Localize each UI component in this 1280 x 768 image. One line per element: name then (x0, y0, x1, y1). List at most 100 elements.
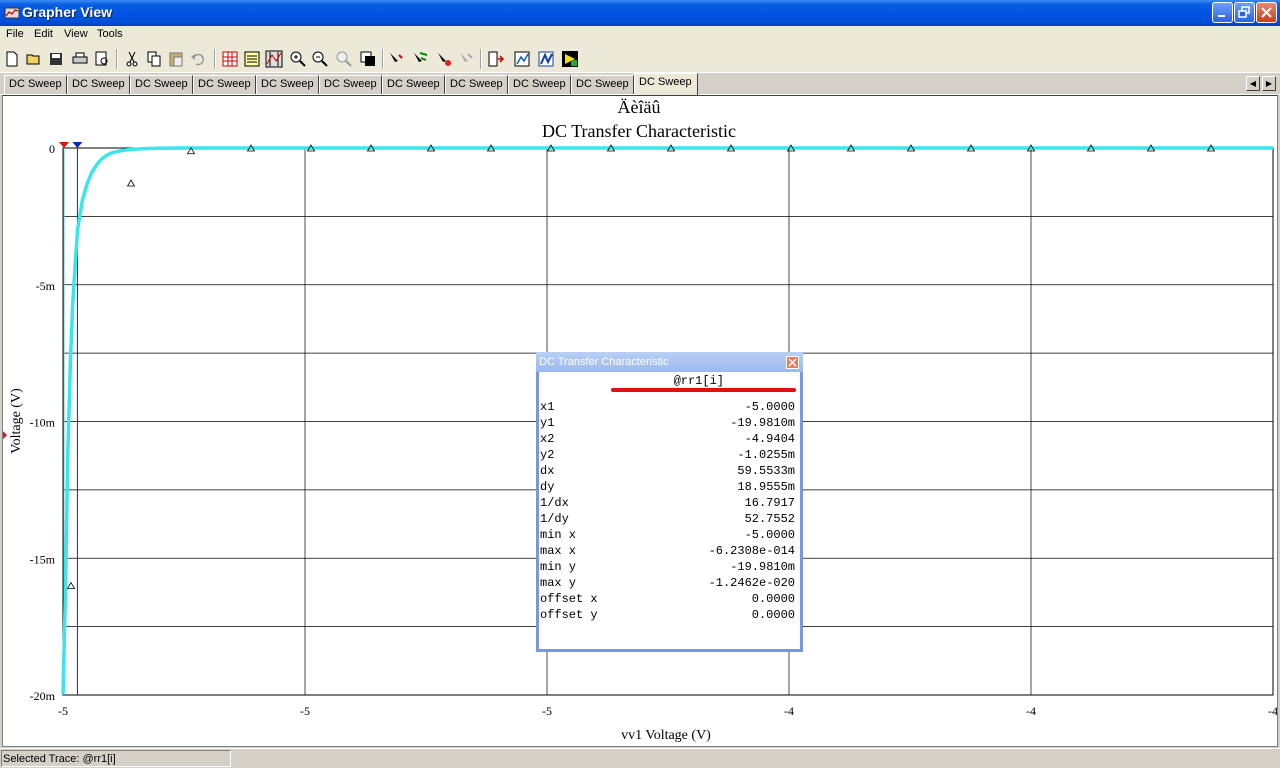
print-preview-icon[interactable] (92, 49, 112, 69)
tab-dc-sweep-4[interactable]: DC Sweep (193, 75, 256, 94)
export-icon[interactable] (456, 49, 476, 69)
tab-scroll-left-icon[interactable]: ◀ (1246, 76, 1260, 91)
chart-export-icon[interactable] (536, 49, 556, 69)
row-label: x1 (540, 400, 555, 414)
tab-dc-sweep-7[interactable]: DC Sweep (382, 75, 445, 94)
y-tick-label: -20m (30, 689, 56, 703)
overlay-traces-icon[interactable] (410, 49, 430, 69)
plot-title-line1: Äèîäû (618, 97, 661, 117)
zoom-out-icon[interactable] (310, 49, 330, 69)
row-value: 0.0000 (751, 608, 795, 622)
row-value: 59.5533m (737, 464, 795, 478)
row-label: offset x (540, 592, 598, 606)
data-export-icon[interactable] (486, 49, 506, 69)
grid-icon[interactable] (220, 49, 240, 69)
row-label: min y (540, 560, 577, 574)
copy-icon[interactable] (144, 49, 164, 69)
cursor-window-trace-name: @rr1[i] (673, 374, 724, 388)
trace-color-underline (611, 388, 796, 392)
new-icon[interactable] (2, 49, 22, 69)
table-row: y1 -19.9810m (540, 415, 795, 431)
x-tick-label: -4 (1268, 704, 1277, 718)
tab-dc-sweep-10[interactable]: DC Sweep (571, 75, 634, 94)
row-label: max y (540, 576, 577, 590)
toolbar-separator (480, 49, 482, 69)
y-tick-label: -10m (30, 416, 56, 430)
row-label: min x (540, 528, 577, 542)
tab-dc-sweep-1[interactable]: DC Sweep (4, 75, 67, 94)
restore-button[interactable] (1234, 2, 1255, 23)
tab-dc-sweep-2[interactable]: DC Sweep (67, 75, 130, 94)
table-row: offset y 0.0000 (540, 607, 795, 623)
row-value: -1.0255m (737, 448, 795, 462)
table-row: min x -5.0000 (540, 527, 795, 543)
table-row: max y -1.2462e-020 (540, 575, 795, 591)
tab-dc-sweep-active[interactable]: DC Sweep (634, 73, 698, 95)
zoom-in-icon[interactable] (288, 49, 308, 69)
close-button[interactable] (1256, 2, 1277, 23)
data-marker-icon (126, 179, 136, 187)
open-icon[interactable] (24, 49, 44, 69)
legend-icon[interactable] (242, 49, 262, 69)
menu-file[interactable]: File (6, 28, 24, 40)
zoom-area-icon[interactable] (334, 49, 354, 69)
cursors-icon[interactable] (264, 49, 284, 69)
row-value: -6.2308e-014 (708, 544, 795, 558)
menu-tools[interactable]: Tools (97, 28, 123, 40)
row-label: max x (540, 544, 577, 558)
tab-dc-sweep-3[interactable]: DC Sweep (130, 75, 193, 94)
print-icon[interactable] (70, 49, 90, 69)
y-tick-label: -15m (30, 552, 56, 566)
cursor-window-close-button[interactable] (786, 356, 799, 369)
x-axis-label: vv1 Voltage (V) (621, 728, 711, 743)
plot-title-line2: DC Transfer Characteristic (542, 121, 736, 141)
table-row: dy 18.9555m (540, 479, 795, 495)
table-row: x1 -5.0000 (540, 399, 795, 415)
cursor-2-marker-icon (72, 142, 83, 148)
minimize-button[interactable] (1212, 2, 1233, 23)
row-label: offset y (540, 608, 598, 622)
properties-icon[interactable] (434, 49, 454, 69)
tab-scroll-right-icon[interactable]: ▶ (1262, 76, 1276, 91)
table-row: x2 -4.9404 (540, 431, 795, 447)
x-tick-label: -5 (300, 704, 310, 718)
row-value: -5.0000 (744, 528, 795, 542)
x-tick-label: -5 (58, 704, 68, 718)
excel-export-icon[interactable] (512, 49, 532, 69)
status-text: Selected Trace: @rr1[i] (3, 753, 116, 765)
y-cursor-marker-icon (3, 431, 7, 440)
cursor-values-table: x1 -5.0000 y1 -19.9810m x2 -4.9404 y2 -1.025… (540, 399, 795, 623)
reverse-colors-icon[interactable] (358, 49, 378, 69)
cut-icon[interactable] (122, 49, 142, 69)
toolbar-separator (382, 49, 384, 69)
x-tick-label: -4 (784, 704, 794, 718)
status-bar: Selected Trace: @rr1[i] (0, 748, 1280, 768)
row-value: -4.9404 (744, 432, 795, 446)
cursor-1-marker-icon (59, 142, 69, 148)
tab-dc-sweep-5[interactable]: DC Sweep (256, 75, 319, 94)
cursor-window-title: DC Transfer Characteristic (536, 352, 803, 372)
select-marks-icon[interactable] (386, 49, 406, 69)
undo-icon[interactable] (188, 49, 208, 69)
toolbar (0, 45, 1280, 73)
table-row: 1/dy 52.7552 (540, 511, 795, 527)
save-icon[interactable] (46, 49, 66, 69)
data-marker-icon (66, 581, 76, 589)
menu-edit[interactable]: Edit (34, 28, 53, 40)
row-label: y1 (540, 416, 555, 430)
launch-icon[interactable] (560, 49, 580, 69)
table-row: y2 -1.0255m (540, 447, 795, 463)
row-value: 0.0000 (751, 592, 795, 606)
cursor-data-window[interactable]: DC Transfer Characteristic @rr1[i] x1 -5.… (536, 352, 803, 652)
table-row: dx 59.5533m (540, 463, 795, 479)
menu-view[interactable]: View (64, 28, 88, 40)
tab-dc-sweep-8[interactable]: DC Sweep (445, 75, 508, 94)
row-value: -19.9810m (730, 560, 795, 574)
menu-bar: File Edit View Tools (0, 26, 1280, 45)
tab-dc-sweep-6[interactable]: DC Sweep (319, 75, 382, 94)
paste-icon[interactable] (166, 49, 186, 69)
y-tick-label: 0 (49, 142, 55, 156)
row-label: 1/dy (540, 512, 569, 526)
tab-dc-sweep-9[interactable]: DC Sweep (508, 75, 571, 94)
x-tick-label: -5 (542, 704, 552, 718)
